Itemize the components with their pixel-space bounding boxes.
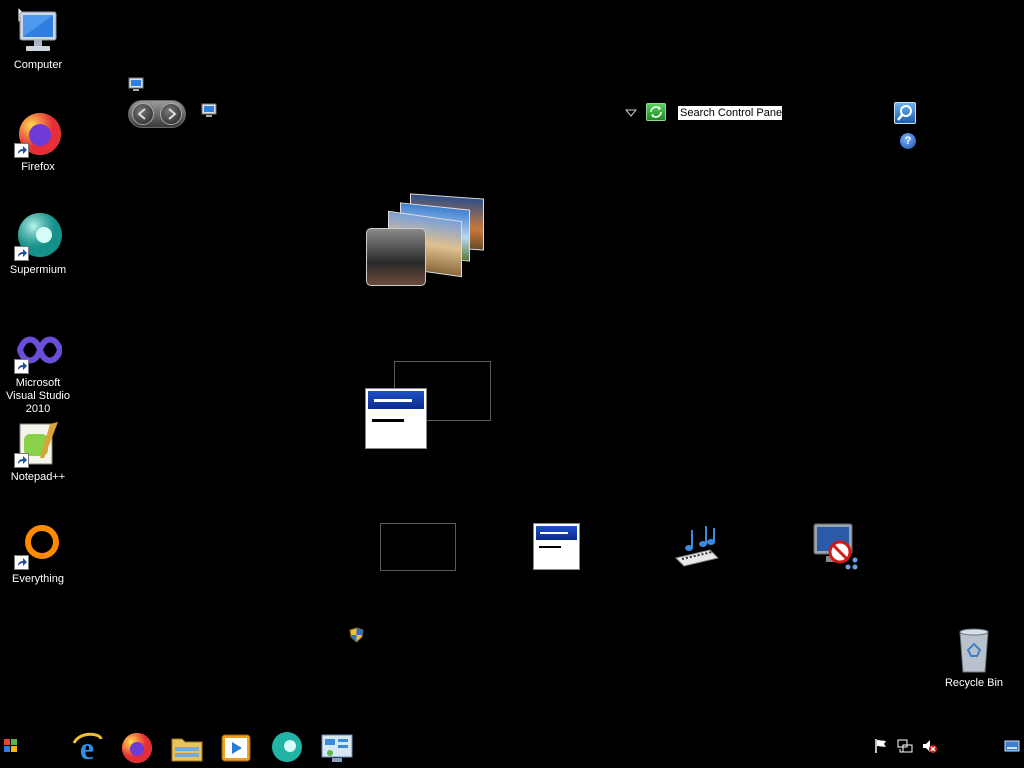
shortcut-arrow-icon: [14, 359, 29, 374]
shortcut-arrow-icon: [14, 453, 29, 468]
taskbar-supermium[interactable]: [270, 731, 304, 765]
theme-preview-icon[interactable]: [364, 193, 488, 290]
desktop-icon-everything[interactable]: Everything: [0, 522, 76, 586]
sounds-icon[interactable]: [672, 522, 722, 568]
recycle-bin-icon: [959, 628, 989, 673]
window-color-icon[interactable]: [365, 388, 427, 449]
refresh-icon: [650, 106, 662, 118]
back-button[interactable]: [132, 103, 154, 125]
computer-icon: [19, 11, 57, 51]
desktop-icon-label: Computer: [13, 59, 63, 71]
desktop-icon-visual-studio[interactable]: Microsoft Visual Studio 2010: [0, 326, 76, 416]
show-desktop-icon[interactable]: [1004, 738, 1020, 754]
desktop-icon-label: Firefox: [21, 161, 55, 173]
empty-thumbnail-box[interactable]: [380, 523, 456, 571]
address-monitor-icon[interactable]: [201, 103, 217, 119]
desktop-icon-supermium[interactable]: Supermium: [0, 213, 76, 277]
start-button[interactable]: [4, 739, 18, 753]
desktop-icon-notepadpp[interactable]: Notepad++: [0, 420, 76, 484]
back-arrow-icon: [137, 108, 146, 120]
desktop-icon-label: Supermium: [9, 264, 67, 276]
desktop-icon-computer[interactable]: Computer: [0, 8, 76, 72]
desktop-icon-recycle-bin[interactable]: Recycle Bin: [936, 626, 1012, 690]
taskbar-firefox[interactable]: [120, 731, 154, 765]
refresh-button[interactable]: [646, 103, 666, 121]
taskbar-file-explorer[interactable]: [170, 731, 204, 765]
window-settings-icon[interactable]: [533, 523, 580, 570]
navigation-buttons: [128, 100, 186, 128]
monitor-small-icon: [128, 77, 144, 91]
action-center-flag-icon[interactable]: [873, 738, 889, 754]
search-button[interactable]: [894, 102, 916, 124]
volume-muted-icon[interactable]: [921, 738, 937, 754]
network-icon[interactable]: [897, 738, 913, 754]
taskbar-internet-explorer[interactable]: e: [70, 731, 104, 765]
search-icon: [897, 105, 912, 121]
shortcut-arrow-icon: [14, 143, 29, 158]
desktop-icon-label: Notepad++: [10, 471, 66, 483]
desktop-icon-label: Microsoft Visual Studio 2010: [5, 377, 70, 415]
theme-glass-tile: [366, 228, 426, 286]
desktop-icon-label: Everything: [12, 573, 64, 585]
forward-button[interactable]: [160, 103, 182, 125]
desktop-icon-label: Recycle Bin: [944, 677, 1004, 689]
taskbar-media-player[interactable]: [219, 731, 253, 765]
shortcut-arrow-icon: [14, 555, 29, 570]
uac-shield-icon[interactable]: [349, 627, 364, 643]
shortcut-arrow-icon: [14, 246, 29, 261]
address-dropdown-icon[interactable]: [625, 108, 637, 118]
firefox-icon: [130, 742, 144, 756]
forward-arrow-icon: [168, 108, 177, 120]
desktop-icon-firefox[interactable]: Firefox: [0, 110, 76, 174]
screen-saver-icon[interactable]: [810, 522, 862, 572]
help-button[interactable]: ?: [900, 133, 916, 149]
search-input[interactable]: Search Control Panel: [678, 106, 782, 120]
taskbar-control-panel[interactable]: [320, 731, 354, 765]
